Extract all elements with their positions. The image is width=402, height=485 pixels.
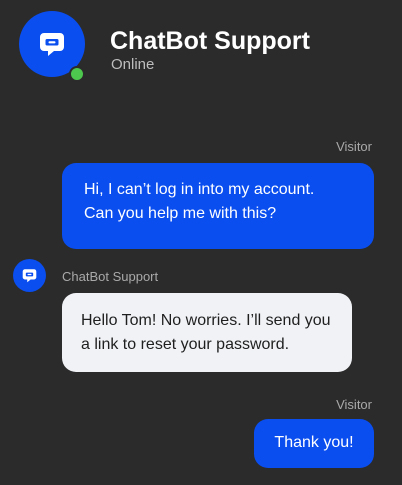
status-text: Online	[111, 56, 155, 73]
sender-label-visitor: Visitor	[336, 139, 372, 154]
message-line: Hello Tom! No worries. I’ll send you	[81, 312, 331, 329]
bot-message-bubble: Hello Tom! No worries. I’ll send you a l…	[62, 293, 352, 372]
bot-avatar-small	[13, 259, 46, 292]
chat-bubble-icon	[40, 33, 64, 56]
chat-bubble-icon	[22, 269, 37, 283]
message-line: a link to reset your password.	[81, 336, 290, 353]
visitor-message-bubble: Thank you!	[254, 419, 374, 468]
visitor-message-bubble: Hi, I can’t log in into my account. Can …	[62, 163, 374, 249]
online-status-dot	[69, 66, 85, 82]
sender-label-visitor: Visitor	[336, 397, 372, 412]
sender-label-chatbot: ChatBot Support	[62, 269, 159, 284]
message-line: Hi, I can’t log in into my account.	[84, 181, 315, 198]
page-title: ChatBot Support	[110, 27, 310, 55]
message-line: Can you help me with this?	[84, 205, 277, 222]
message-line: Thank you!	[274, 434, 354, 451]
